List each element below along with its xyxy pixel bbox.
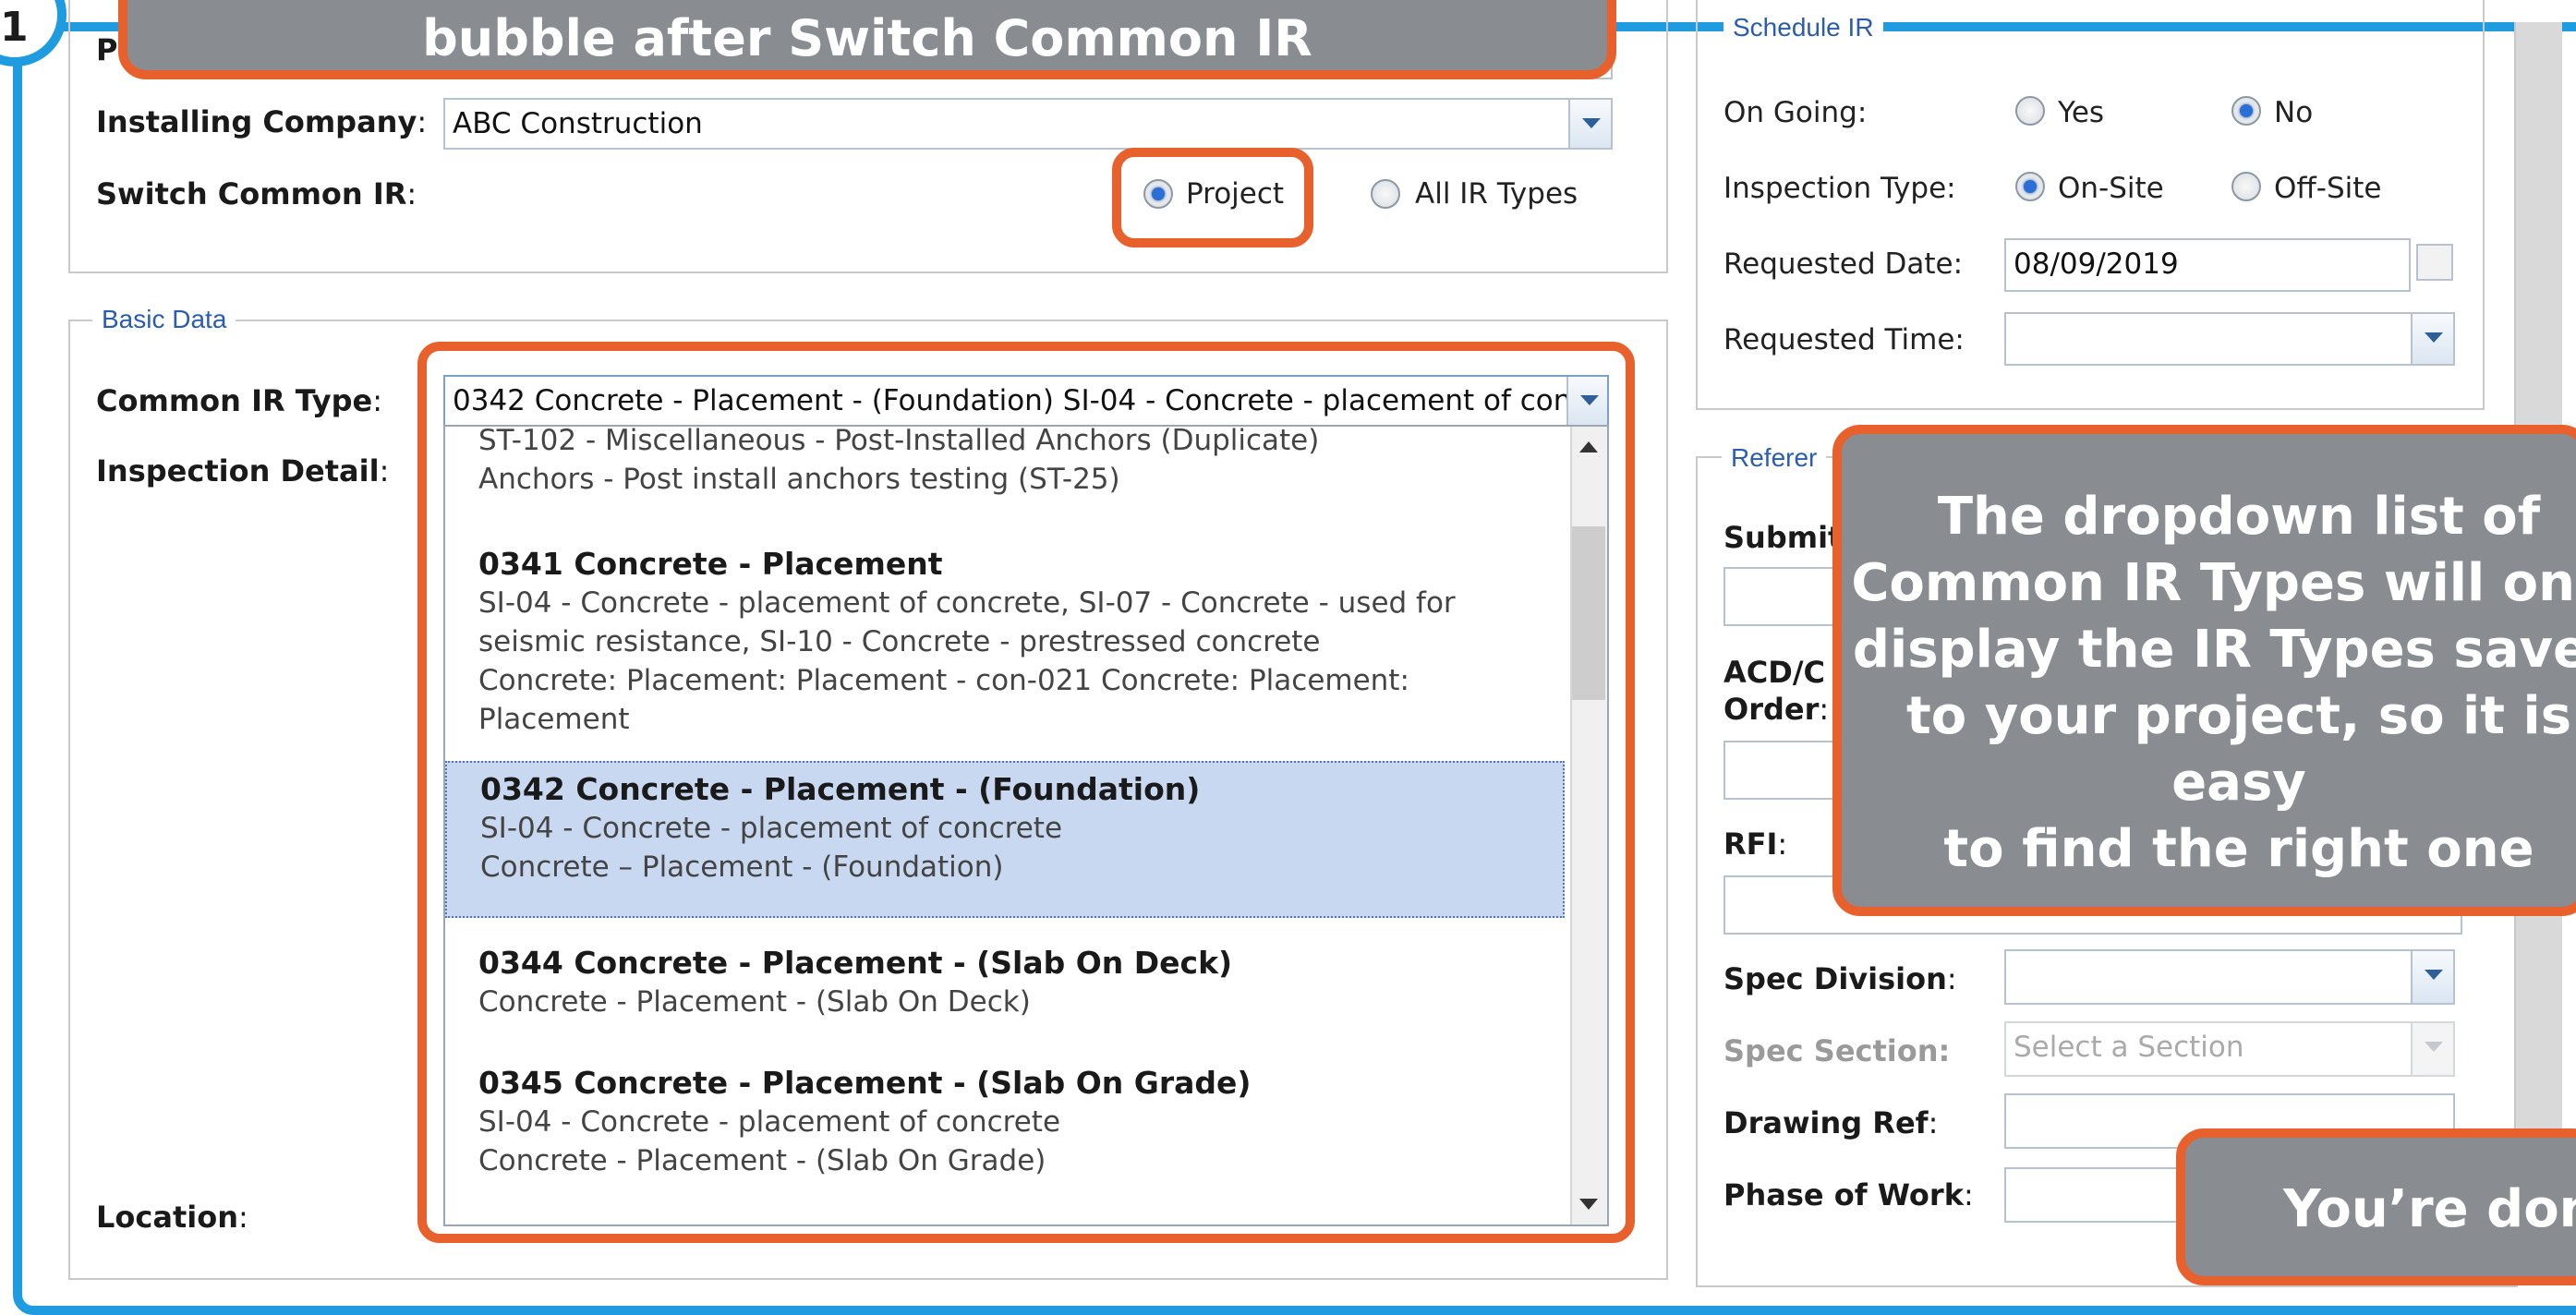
done-callout-text: You’re done <box>2283 1179 2576 1239</box>
requested-time-select[interactable] <box>2004 312 2455 366</box>
dropdown-info-text: The dropdown list of Common IR Types wil… <box>1851 487 2576 879</box>
step-number: 1 <box>0 4 29 51</box>
location-label: Location: <box>96 1200 248 1235</box>
installing-company-select[interactable]: ABC Construction <box>443 98 1613 150</box>
radio-on-going-no[interactable] <box>2231 96 2261 126</box>
radio-on-going-yes[interactable] <box>2015 96 2045 126</box>
top-callout-text: bubble after Switch Common IR <box>422 9 1312 67</box>
dropdown-highlight <box>417 342 1635 1243</box>
radio-off-site[interactable] <box>2231 172 2261 201</box>
inspection-type-label: Inspection Type: <box>1723 172 1956 205</box>
installing-company-label: Installing Company: <box>96 104 428 139</box>
spec-section-label: Spec Section: <box>1723 1033 1951 1068</box>
chevron-down-icon[interactable] <box>2411 314 2453 364</box>
installing-company-value: ABC Construction <box>453 107 703 140</box>
radio-on-site[interactable] <box>2015 172 2045 201</box>
spec-division-label: Spec Division: <box>1723 961 1957 996</box>
spec-section-placeholder: Select a Section <box>2014 1031 2244 1064</box>
done-callout: You’re done <box>2176 1128 2576 1285</box>
radio-off-site-label: Off-Site <box>2274 172 2382 205</box>
chevron-down-icon <box>2411 1023 2453 1075</box>
project-radio-highlight <box>1112 148 1313 247</box>
calendar-icon[interactable] <box>2416 244 2453 281</box>
dropdown-info-callout: The dropdown list of Common IR Types wil… <box>1832 425 2576 916</box>
on-going-label: On Going: <box>1723 96 1868 129</box>
basic-data-legend: Basic Data <box>92 305 236 334</box>
radio-on-going-yes-label: Yes <box>2058 96 2105 129</box>
acd-label: ACD/C <box>1723 655 1825 690</box>
radio-all-ir-types-label: All IR Types <box>1415 177 1578 211</box>
switch-common-ir-label: Switch Common IR: <box>96 176 417 211</box>
requested-date-input[interactable]: 08/09/2019 <box>2004 238 2411 292</box>
references-legend: Referer <box>1722 443 1827 473</box>
rfi-label: RFI: <box>1723 826 1788 862</box>
radio-on-site-label: On-Site <box>2058 172 2164 205</box>
project-label-fragment: P <box>96 32 118 67</box>
common-ir-type-label: Common IR Type: <box>96 383 383 418</box>
drawing-ref-label: Drawing Ref: <box>1723 1105 1939 1140</box>
radio-on-going-no-label: No <box>2274 96 2314 129</box>
requested-date-label: Requested Date: <box>1723 247 1964 281</box>
top-callout: bubble after Switch Common IR <box>118 0 1616 79</box>
order-label: Order: <box>1723 692 1830 727</box>
inspection-detail-label: Inspection Detail: <box>96 453 390 489</box>
submittal-label: Submit <box>1723 520 1843 555</box>
schedule-ir-legend: Schedule IR <box>1723 13 1883 42</box>
chevron-down-icon[interactable] <box>2411 951 2453 1003</box>
phase-of-work-label: Phase of Work: <box>1723 1177 1974 1212</box>
chevron-down-icon[interactable] <box>1568 100 1611 148</box>
requested-date-value: 08/09/2019 <box>2014 247 2179 281</box>
spec-section-select: Select a Section <box>2004 1021 2455 1077</box>
radio-all-ir-types[interactable] <box>1371 179 1400 209</box>
spec-division-select[interactable] <box>2004 949 2455 1005</box>
requested-time-label: Requested Time: <box>1723 323 1965 356</box>
